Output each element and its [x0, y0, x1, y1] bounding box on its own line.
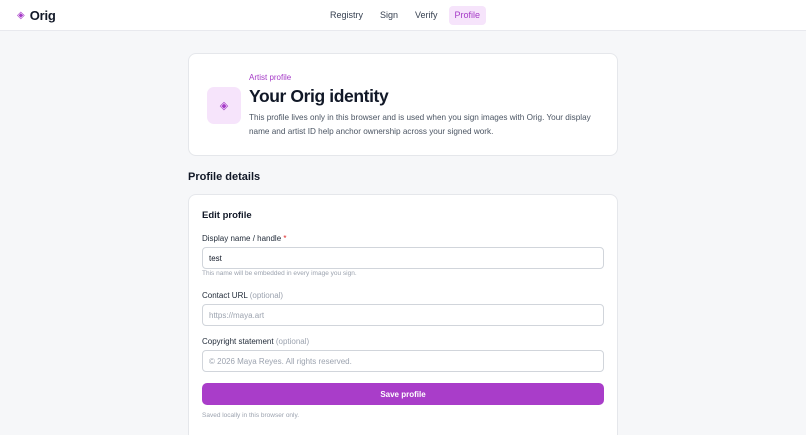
save-footnote: Saved locally in this browser only.: [202, 412, 300, 419]
identity-card: ◈ Artist profile Your Orig identity This…: [188, 53, 618, 156]
app-logo[interactable]: ◈ Orig: [17, 8, 56, 23]
contact-url-label-text: Contact URL: [202, 291, 248, 300]
contact-url-label: Contact URL (optional): [202, 291, 283, 300]
display-name-label-text: Display name / handle: [202, 234, 282, 243]
diamond-icon: ◈: [17, 9, 25, 21]
optional-marker: (optional): [275, 337, 310, 346]
copyright-label-text: Copyright statement: [202, 337, 274, 346]
display-name-label: Display name / handle *: [202, 234, 287, 243]
required-marker: *: [283, 234, 287, 243]
tab-registry[interactable]: Registry: [324, 6, 369, 25]
app-name: Orig: [29, 8, 56, 23]
display-name-hint: This name will be embedded in every imag…: [202, 270, 357, 277]
tab-profile[interactable]: Profile: [448, 6, 487, 25]
form-heading: Edit profile: [202, 210, 252, 221]
contact-url-input[interactable]: [202, 304, 604, 326]
edit-profile-form: Edit profile Display name / handle * Thi…: [188, 194, 618, 435]
copyright-label: Copyright statement (optional): [202, 337, 309, 346]
copyright-input[interactable]: [202, 350, 604, 372]
tab-sign[interactable]: Sign: [374, 6, 404, 25]
main-nav: Registry Sign Verify Profile: [324, 6, 491, 25]
page-description: This profile lives only in this browser …: [249, 113, 591, 136]
optional-marker: (optional): [249, 291, 284, 300]
top-navbar: ◈ Orig Registry Sign Verify Profile: [0, 0, 806, 31]
display-name-input[interactable]: [202, 247, 604, 269]
section-title: Profile details: [188, 171, 261, 183]
save-profile-button[interactable]: Save profile: [202, 383, 604, 405]
page-title: Your Orig identity: [249, 86, 389, 106]
eyebrow-label: Artist profile: [249, 73, 292, 82]
diamond-icon: ◈: [207, 87, 241, 124]
tab-verify[interactable]: Verify: [409, 6, 444, 25]
